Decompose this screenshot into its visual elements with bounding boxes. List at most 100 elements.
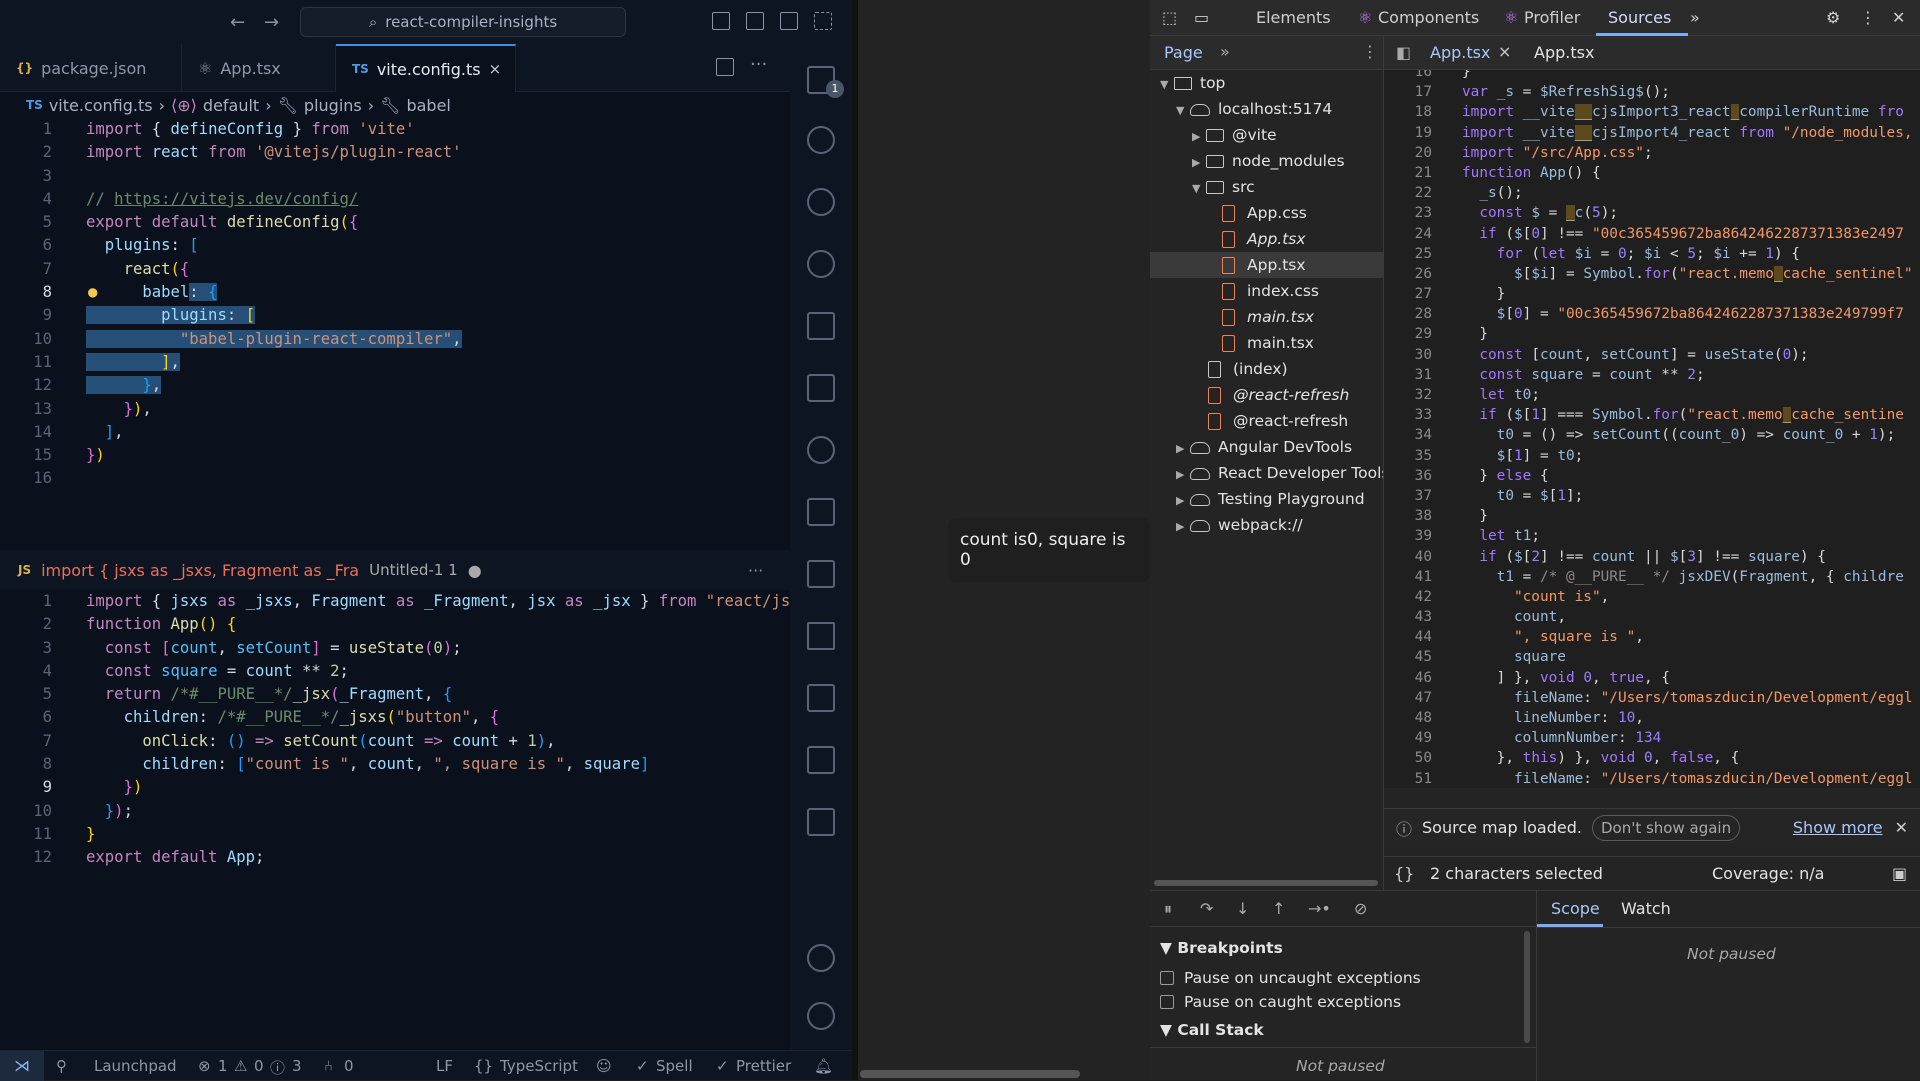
vertical-scrollbar[interactable] — [1524, 931, 1530, 1043]
tree-node[interactable]: (index) — [1208, 356, 1288, 382]
info-count[interactable]: 3 — [292, 1057, 302, 1075]
tree-node[interactable]: ▼ top — [1160, 70, 1225, 96]
liveshare-icon[interactable] — [807, 746, 835, 774]
code-editor-vite-config[interactable]: 1 import { defineConfig } from 'vite' 2 im… — [0, 118, 790, 550]
source-code-view[interactable]: 16} 17 var _s = $RefreshSig$(); 18 import … — [1384, 70, 1920, 788]
close-icon[interactable]: ✕ — [1895, 818, 1908, 837]
remote-icon[interactable]: ⋊ — [0, 1051, 44, 1081]
tree-node[interactable]: ▶ Testing Playground — [1176, 486, 1365, 512]
pause-icon[interactable]: ⏸ — [1164, 899, 1172, 919]
chat-icon[interactable] — [807, 808, 835, 836]
docker-icon[interactable] — [807, 498, 835, 526]
tree-node[interactable]: App.tsx — [1222, 226, 1306, 252]
breadcrumb-item[interactable]: plugins — [304, 96, 362, 115]
gear-icon[interactable] — [807, 1002, 835, 1030]
more-actions-icon[interactable]: ··· — [750, 54, 767, 75]
kebab-menu-icon[interactable]: ⋮ — [1860, 8, 1876, 27]
breadcrumb-item[interactable]: default — [203, 96, 259, 115]
untitled-editor-title[interactable]: import { jsxs as _jsxs, Fragment as _Fra — [41, 561, 359, 580]
tab-elements[interactable]: Elements — [1256, 8, 1331, 27]
ports-count[interactable]: 0 — [344, 1057, 354, 1075]
command-center[interactable]: ⌕ react-compiler-insights — [300, 7, 626, 37]
code-editor-untitled[interactable]: 1 import { jsxs as _jsxs, Fragment as _Fr… — [0, 590, 790, 1050]
package-icon[interactable] — [807, 684, 835, 712]
toggle-panel-icon[interactable] — [746, 12, 764, 30]
tab-package-json[interactable]: {} package.json — [0, 44, 182, 92]
step-into-icon[interactable]: ↓ — [1236, 899, 1249, 918]
close-icon[interactable]: × — [489, 60, 502, 78]
gear-icon[interactable]: ⚙ — [1826, 8, 1840, 27]
run-debug-icon[interactable] — [807, 312, 835, 340]
toggle-secondary-sidebar-icon[interactable] — [780, 12, 798, 30]
breadcrumb-file[interactable]: vite.config.ts — [49, 96, 153, 115]
tab-vite-config[interactable]: TS vite.config.ts × — [336, 44, 516, 92]
error-count[interactable]: 1 — [218, 1057, 228, 1075]
eol-status[interactable]: LF — [436, 1057, 453, 1075]
customize-layout-icon[interactable] — [814, 12, 832, 30]
counter-button[interactable]: count is0, square is 0 — [948, 518, 1150, 582]
tab-components[interactable]: Components — [1378, 8, 1479, 27]
call-stack-section[interactable]: ▼ Call Stack — [1160, 1021, 1264, 1039]
bookmark-icon[interactable] — [807, 622, 835, 650]
tab-sources[interactable]: Sources — [1608, 8, 1671, 27]
tree-node[interactable]: @react-refresh — [1208, 382, 1349, 408]
tab-scope[interactable]: Scope — [1551, 899, 1600, 918]
tree-node[interactable]: ▶ node_modules — [1192, 148, 1345, 174]
bell-icon[interactable]: 🔔︎ — [814, 1057, 833, 1075]
kebab-menu-icon[interactable]: ⋮ — [1362, 42, 1378, 61]
tree-node[interactable]: main.tsx — [1222, 330, 1314, 356]
tree-node[interactable]: ▼ localhost:5174 — [1176, 96, 1332, 122]
tab-app-tsx[interactable]: ⚛ App.tsx — [182, 44, 336, 92]
tree-node[interactable]: App.css — [1222, 200, 1307, 226]
deactivate-breakpoints-icon[interactable]: ⊘ — [1354, 899, 1367, 918]
device-toolbar-icon[interactable]: ▭ — [1194, 8, 1209, 27]
toggle-navigator-icon[interactable]: ◧ — [1396, 43, 1411, 62]
copilot-icon[interactable] — [807, 188, 835, 216]
step-over-icon[interactable]: ↷ — [1200, 899, 1213, 918]
source-control-icon[interactable] — [807, 250, 835, 278]
breadcrumb-item[interactable]: babel — [406, 96, 450, 115]
tab-watch[interactable]: Watch — [1621, 899, 1671, 918]
pause-uncaught-checkbox[interactable]: Pause on uncaught exceptions — [1160, 969, 1421, 987]
git-graph-icon[interactable] — [807, 436, 835, 464]
step-out-icon[interactable]: ↑ — [1272, 899, 1285, 918]
back-icon[interactable]: ← — [230, 12, 245, 33]
warning-count[interactable]: 0 — [254, 1057, 264, 1075]
tab-app-tsx-active[interactable]: App.tsx — [1430, 36, 1490, 70]
spell-status[interactable]: Spell — [656, 1057, 693, 1075]
pause-caught-checkbox[interactable]: Pause on caught exceptions — [1160, 993, 1401, 1011]
tree-node-selected[interactable]: App.tsx — [1150, 252, 1383, 278]
tree-node[interactable]: index.css — [1222, 278, 1319, 304]
tree-node[interactable]: ▶ React Developer Tools — [1176, 460, 1383, 486]
close-icon[interactable]: × — [1498, 42, 1511, 61]
tree-node[interactable]: ▶ @vite — [1192, 122, 1277, 148]
more-tabs-icon[interactable]: » — [1220, 42, 1230, 61]
tab-app-tsx[interactable]: App.tsx — [1534, 43, 1594, 62]
forward-icon[interactable]: → — [264, 12, 279, 33]
dont-show-again-button[interactable]: Don't show again — [1591, 814, 1741, 841]
tab-profiler[interactable]: Profiler — [1524, 8, 1580, 27]
horizontal-scrollbar[interactable] — [860, 1070, 1080, 1078]
search-icon[interactable] — [807, 126, 835, 154]
prettier-status[interactable]: Prettier — [736, 1057, 791, 1075]
toggle-drawer-icon[interactable]: ▣ — [1892, 864, 1907, 883]
tree-node[interactable]: @react-refresh — [1208, 408, 1348, 434]
nx-icon[interactable] — [807, 560, 835, 588]
account-icon[interactable] — [807, 944, 835, 972]
more-actions-icon[interactable]: ··· — [748, 561, 763, 580]
breakpoints-section[interactable]: ▼ Breakpoints — [1160, 939, 1283, 957]
tree-node[interactable]: main.tsx — [1222, 304, 1314, 330]
pretty-print-icon[interactable]: {} — [1394, 864, 1414, 883]
close-icon[interactable]: ✕ — [1892, 8, 1905, 27]
split-editor-icon[interactable] — [716, 58, 734, 76]
tab-page[interactable]: Page — [1164, 43, 1203, 62]
step-icon[interactable]: →• — [1308, 899, 1331, 918]
horizontal-scrollbar[interactable] — [1154, 880, 1378, 886]
toggle-sidebar-icon[interactable] — [712, 12, 730, 30]
tree-node[interactable]: ▼ src — [1192, 174, 1255, 200]
tree-node[interactable]: ▶ Angular DevTools — [1176, 434, 1352, 460]
launchpad-label[interactable]: Launchpad — [94, 1057, 177, 1075]
language-status[interactable]: TypeScript — [500, 1057, 578, 1075]
tree-node[interactable]: ▶ webpack:// — [1176, 512, 1303, 538]
more-tabs-icon[interactable]: » — [1690, 8, 1700, 27]
